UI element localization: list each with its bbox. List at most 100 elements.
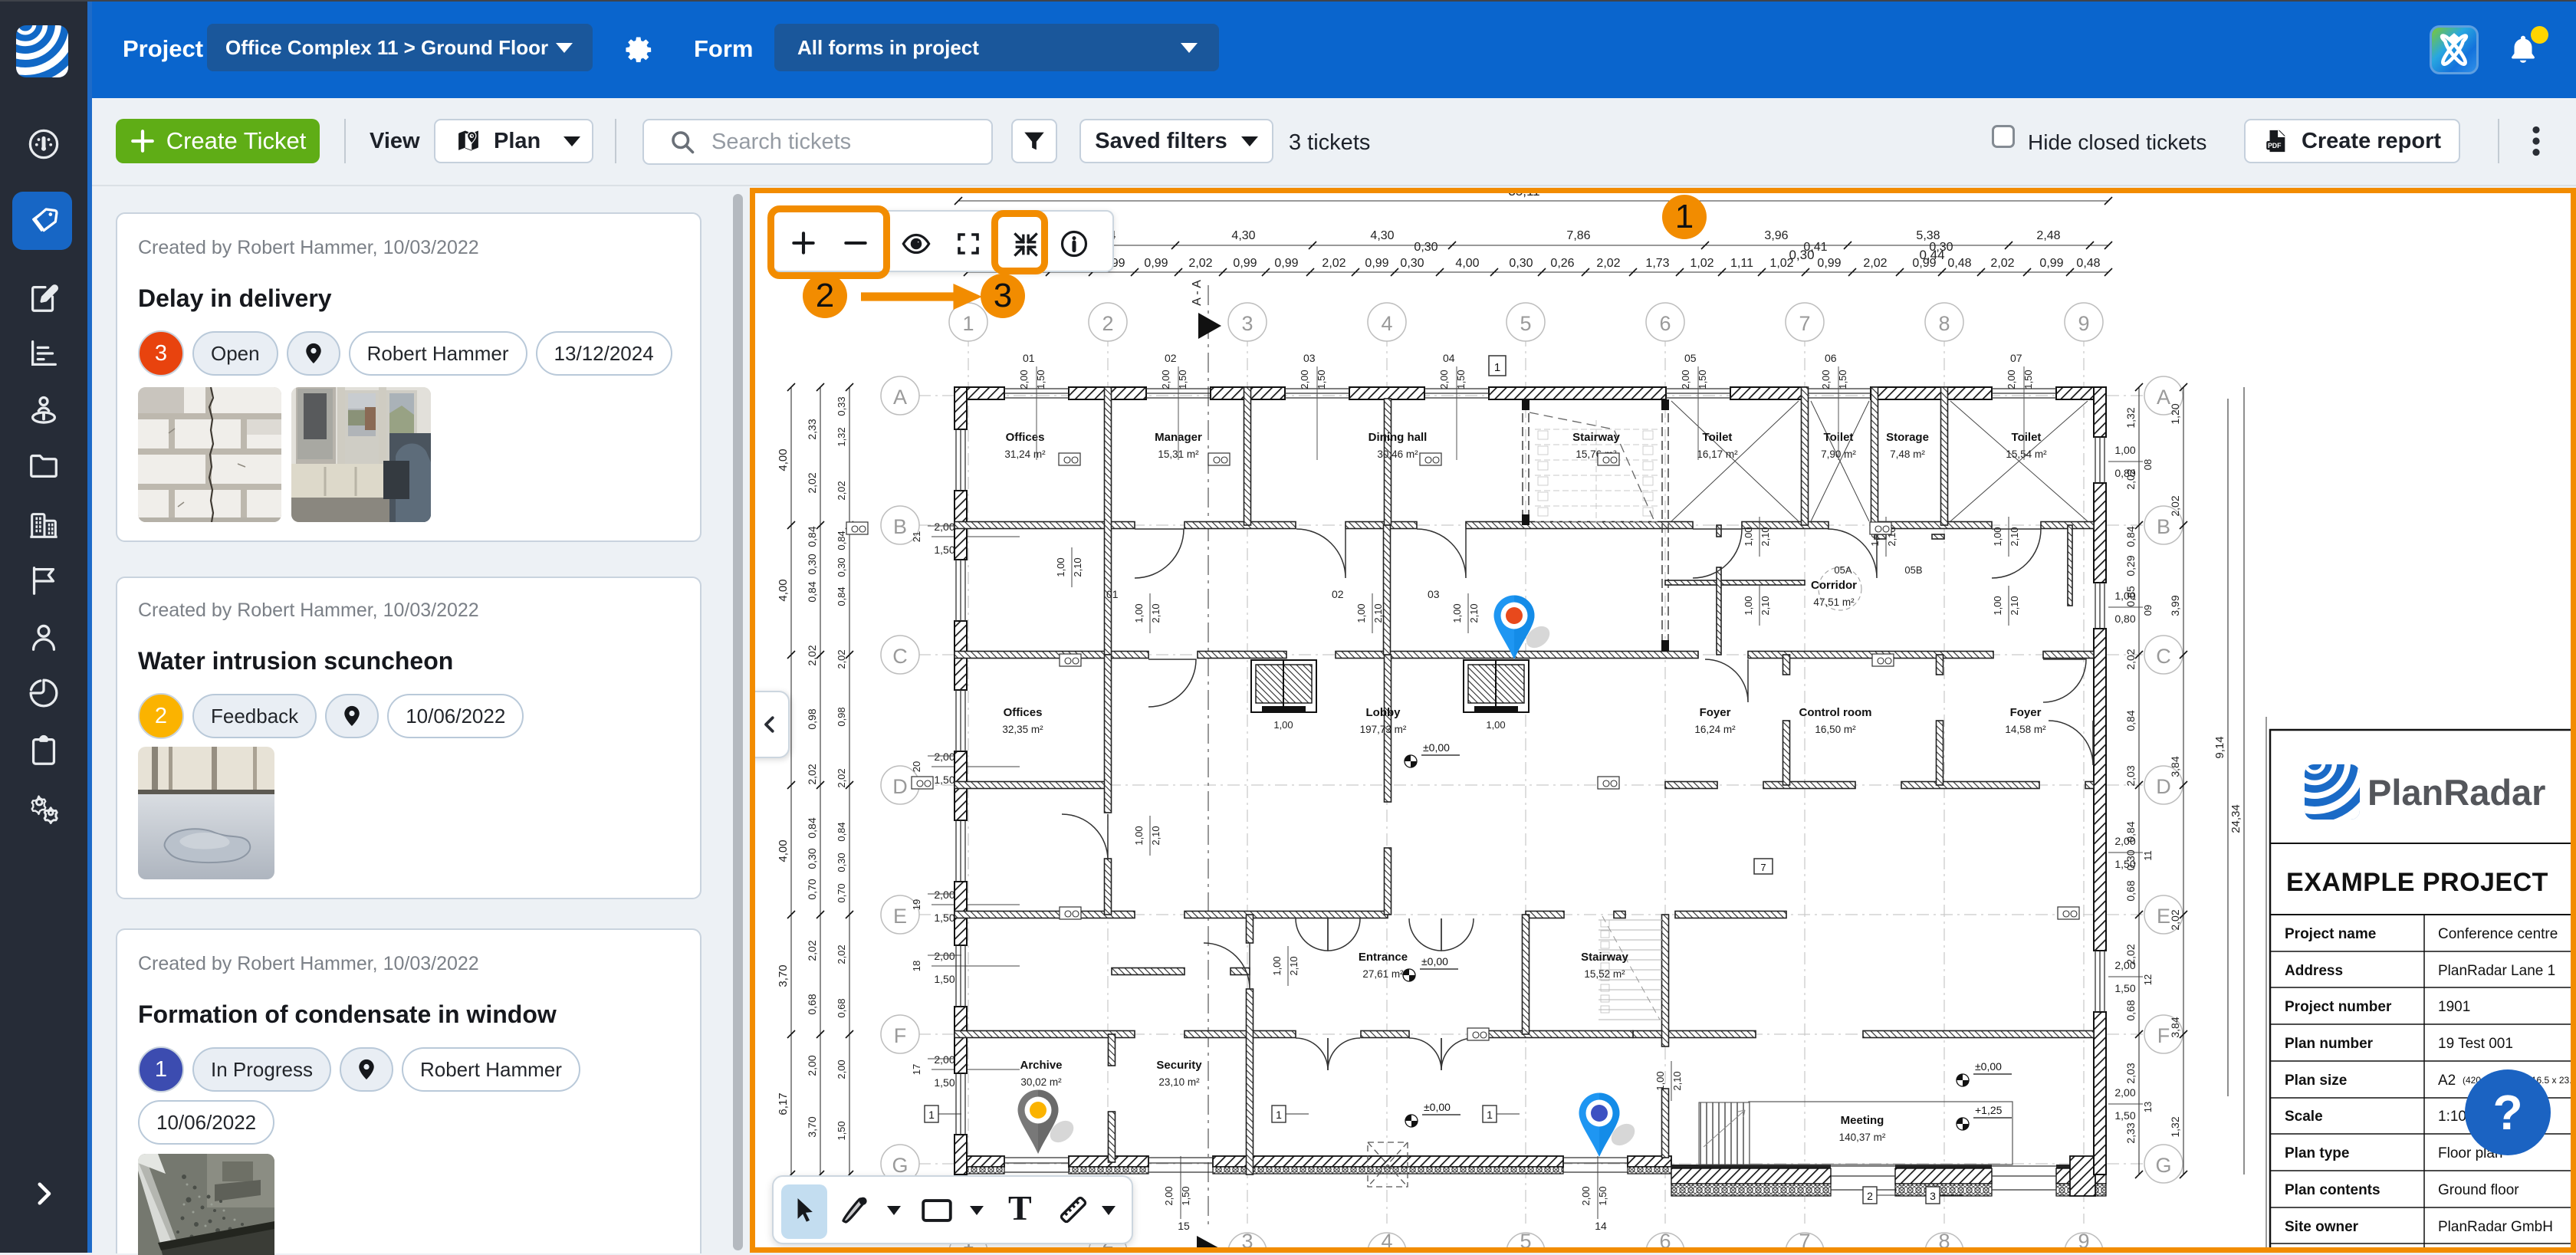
- svg-text:7: 7: [1799, 312, 1810, 335]
- svg-text:2,02: 2,02: [1188, 257, 1212, 270]
- svg-text:1,00: 1,00: [1486, 719, 1505, 731]
- svg-text:PlanRadar GmbH: PlanRadar GmbH: [2438, 1219, 2553, 1235]
- svg-text:PlanRadar Lane 1: PlanRadar Lane 1: [2438, 963, 2555, 979]
- svg-text:2,00: 2,00: [934, 950, 955, 962]
- svg-text:Site owner: Site owner: [2285, 1219, 2359, 1235]
- svg-text:C: C: [892, 645, 908, 668]
- svg-text:2,02: 2,02: [836, 945, 847, 964]
- svg-text:3,99: 3,99: [2169, 595, 2181, 616]
- svg-text:0,98: 0,98: [806, 708, 818, 729]
- svg-text:6: 6: [1659, 312, 1671, 335]
- svg-text:3,84: 3,84: [2169, 756, 2181, 777]
- svg-text:0,84: 0,84: [806, 526, 818, 547]
- svg-text:7,86: 7,86: [1566, 229, 1590, 242]
- svg-text:0,80: 0,80: [2114, 613, 2135, 625]
- svg-text:01: 01: [1106, 588, 1119, 600]
- svg-text:1,00: 1,00: [1451, 603, 1463, 623]
- svg-text:02: 02: [1332, 588, 1344, 600]
- svg-text:21: 21: [911, 531, 922, 542]
- svg-text:1,50: 1,50: [1180, 1186, 1191, 1205]
- svg-text:0,30: 0,30: [1414, 241, 1438, 254]
- svg-text:2,00: 2,00: [1163, 1186, 1175, 1205]
- svg-text:06: 06: [1825, 352, 1837, 364]
- svg-text:2,00: 2,00: [1438, 370, 1450, 389]
- svg-text:2,00: 2,00: [1820, 370, 1832, 389]
- svg-text:2,00: 2,00: [1160, 370, 1171, 389]
- svg-text:D: D: [2156, 775, 2171, 798]
- svg-text:3: 3: [1930, 1190, 1936, 1202]
- svg-text:Toilet: Toilet: [1703, 431, 1733, 444]
- svg-text:1,00: 1,00: [1055, 557, 1066, 577]
- svg-text:0,68: 0,68: [836, 998, 847, 1017]
- svg-text:3: 3: [1241, 1230, 1253, 1247]
- svg-text:11: 11: [2142, 850, 2154, 861]
- svg-text:23,10 m²: 23,10 m²: [1158, 1076, 1200, 1088]
- svg-text:0,30: 0,30: [806, 554, 818, 574]
- svg-text:0,99: 0,99: [1365, 257, 1388, 270]
- svg-text:Stairway: Stairway: [1572, 431, 1620, 444]
- svg-text:0,68: 0,68: [806, 994, 818, 1014]
- svg-text:1,50: 1,50: [1597, 1186, 1608, 1205]
- svg-text:Dining hall: Dining hall: [1368, 431, 1428, 444]
- svg-text:2,00: 2,00: [934, 1053, 955, 1066]
- svg-text:1,00: 1,00: [1271, 956, 1283, 975]
- svg-text:0,98: 0,98: [836, 707, 847, 726]
- svg-text:Entrance: Entrance: [1359, 951, 1408, 964]
- svg-text:16,24 m²: 16,24 m²: [1694, 724, 1736, 735]
- svg-text:20: 20: [911, 761, 922, 772]
- svg-text:Toilet: Toilet: [2012, 431, 2042, 444]
- svg-text:9: 9: [2078, 312, 2089, 335]
- svg-text:4: 4: [1381, 312, 1392, 335]
- svg-text:05A: 05A: [1834, 564, 1852, 576]
- svg-text:0,84: 0,84: [836, 531, 847, 550]
- svg-text:2,10: 2,10: [1150, 603, 1162, 623]
- svg-text:2,02: 2,02: [836, 481, 847, 500]
- svg-text:Stairway: Stairway: [1581, 951, 1628, 964]
- svg-text:1901: 1901: [2438, 999, 2470, 1015]
- svg-text:±0,00: ±0,00: [1421, 955, 1448, 968]
- svg-text:13: 13: [2142, 1102, 2154, 1112]
- svg-text:0,84: 0,84: [806, 581, 818, 602]
- svg-text:2,03: 2,03: [2124, 765, 2137, 786]
- svg-text:2,00: 2,00: [2006, 370, 2017, 389]
- svg-text:F: F: [894, 1024, 907, 1047]
- svg-text:1,00: 1,00: [1133, 603, 1145, 623]
- svg-text:Ground floor: Ground floor: [2438, 1182, 2519, 1198]
- svg-text:2,00: 2,00: [1680, 370, 1691, 389]
- svg-text:7: 7: [1760, 862, 1766, 873]
- svg-text:Control room: Control room: [1799, 706, 1872, 719]
- svg-text:3,96: 3,96: [1764, 229, 1788, 242]
- svg-text:1: 1: [1494, 361, 1500, 374]
- svg-text:4: 4: [1381, 1230, 1392, 1247]
- svg-text:Security: Security: [1156, 1059, 1202, 1072]
- svg-text:B: B: [893, 515, 907, 538]
- svg-text:1,00: 1,00: [2114, 590, 2135, 602]
- svg-text:B: B: [2157, 515, 2170, 538]
- svg-text:PlanRadar: PlanRadar: [2367, 772, 2545, 813]
- svg-text:0,30: 0,30: [1400, 257, 1424, 270]
- svg-text:01: 01: [1023, 352, 1035, 364]
- svg-text:2,00: 2,00: [806, 1055, 818, 1076]
- svg-text:3,70: 3,70: [806, 1116, 818, 1137]
- svg-text:0,84: 0,84: [806, 817, 818, 838]
- svg-text:2,02: 2,02: [806, 940, 818, 961]
- svg-text:17: 17: [911, 1064, 922, 1075]
- svg-text:0,84: 0,84: [2124, 710, 2137, 731]
- svg-text:9: 9: [2078, 1230, 2089, 1247]
- svg-text:A2: A2: [2438, 1073, 2456, 1089]
- svg-text:1,50: 1,50: [1455, 370, 1467, 389]
- svg-text:Plan size: Plan size: [2285, 1073, 2347, 1089]
- svg-text:1,50: 1,50: [934, 973, 955, 985]
- svg-text:05B: 05B: [1904, 564, 1922, 576]
- svg-text:G: G: [2155, 1154, 2171, 1177]
- svg-text:197,73 m²: 197,73 m²: [1360, 724, 1407, 735]
- svg-text:16,17 m²: 16,17 m²: [1697, 448, 1738, 460]
- svg-text:1,11: 1,11: [1730, 257, 1753, 270]
- svg-text:0,29: 0,29: [2124, 555, 2137, 576]
- svg-text:0,30: 0,30: [1789, 248, 1814, 262]
- svg-text:6: 6: [1659, 1230, 1671, 1247]
- svg-text:1: 1: [928, 1109, 935, 1121]
- svg-text:8: 8: [1938, 1230, 1950, 1247]
- svg-text:1,50: 1,50: [836, 1121, 847, 1140]
- svg-text:15,54 m²: 15,54 m²: [2006, 448, 2047, 460]
